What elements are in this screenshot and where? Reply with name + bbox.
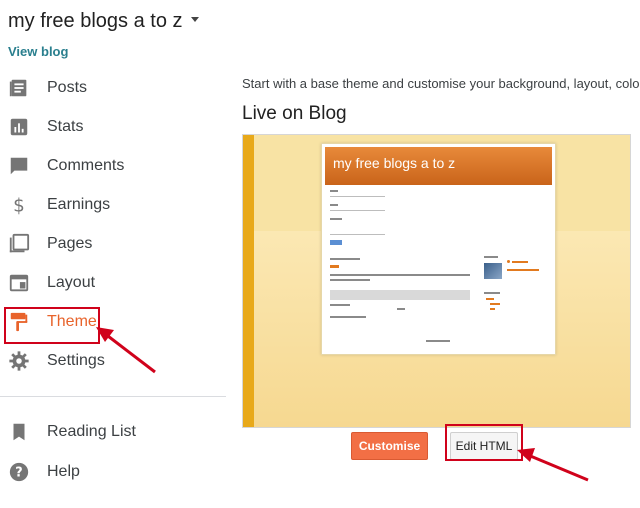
sidebar-item-reading-list[interactable]: Reading List (0, 412, 228, 451)
edit-html-highlight-box (445, 424, 523, 461)
sidebar-item-settings[interactable]: Settings (0, 341, 228, 380)
sidebar-item-label: Posts (47, 78, 88, 96)
preview-input-line (330, 210, 385, 211)
preview-dot (507, 260, 510, 263)
blog-title: my free blogs a to z (8, 10, 183, 32)
sidebar-item-layout[interactable]: Layout (0, 263, 228, 302)
preview-text-line (330, 274, 470, 276)
svg-text:$: $ (13, 195, 25, 216)
theme-intro-text: Start with a base theme and customise yo… (242, 76, 640, 91)
sidebar-item-label: Comments (47, 156, 125, 174)
svg-text:?: ? (15, 465, 22, 480)
sidebar-item-label: Stats (47, 117, 84, 135)
preview-text-line (330, 279, 370, 281)
preview-text-line (330, 218, 342, 220)
sidebar-item-label: Settings (47, 351, 105, 369)
sidebar-item-posts[interactable]: Posts (0, 68, 228, 107)
dollar-icon: $ (13, 195, 25, 216)
preview-text-line (330, 316, 366, 318)
preview-blog-header: my free blogs a to z (325, 147, 552, 185)
customise-button[interactable]: Customise (351, 432, 428, 460)
help-icon: ? (9, 462, 29, 481)
preview-post-footer (330, 290, 470, 300)
pages-icon (9, 233, 30, 252)
preview-text-line (330, 190, 338, 192)
caret-down-icon (190, 17, 199, 23)
preview-text-line (484, 292, 500, 294)
preview-side-stripe (243, 135, 254, 427)
view-blog-link[interactable]: View blog (8, 44, 68, 59)
preview-blog-page: my free blogs a to z (321, 143, 556, 355)
preview-link-line (490, 303, 500, 305)
preview-input-line (330, 196, 385, 197)
preview-text-line (330, 258, 360, 260)
preview-link-line (486, 298, 494, 300)
theme-highlight-box (4, 307, 100, 344)
layout-icon (9, 274, 29, 291)
theme-preview: my free blogs a to z (242, 134, 631, 428)
preview-input-line (330, 234, 385, 235)
live-on-blog-heading: Live on Blog (242, 103, 347, 124)
preview-text-line (330, 204, 338, 206)
sidebar-item-label: Pages (47, 234, 93, 252)
posts-icon (9, 79, 27, 96)
gear-icon (9, 350, 29, 371)
sidebar-item-stats[interactable]: Stats (0, 107, 228, 146)
preview-blog-title: my free blogs a to z (333, 155, 456, 171)
sidebar-item-label: Help (47, 462, 80, 480)
preview-post-title (330, 265, 339, 268)
preview-link-line (512, 261, 528, 263)
preview-text-line (484, 256, 498, 258)
edit-html-arrow-icon (517, 448, 589, 482)
preview-profile-image (484, 263, 502, 279)
bookmark-icon (13, 423, 25, 440)
preview-text-line (426, 340, 450, 342)
sidebar-item-label: Reading List (47, 422, 136, 440)
sidebar-divider (0, 396, 226, 397)
sidebar-item-label: Earnings (47, 195, 111, 213)
preview-link-line (507, 269, 539, 271)
sidebar-item-earnings[interactable]: $ Earnings (0, 185, 228, 224)
stats-icon (10, 118, 28, 135)
sidebar-item-help[interactable]: ? Help (0, 452, 228, 491)
preview-button (330, 240, 342, 245)
comments-icon (10, 157, 28, 174)
sidebar-item-comments[interactable]: Comments (0, 146, 228, 185)
blog-selector[interactable]: my free blogs a to z (8, 10, 199, 33)
sidebar-item-pages[interactable]: Pages (0, 224, 228, 263)
preview-text-line (397, 308, 405, 310)
preview-text-line (330, 304, 350, 306)
preview-link-line (490, 308, 495, 310)
sidebar-item-label: Layout (47, 273, 96, 291)
